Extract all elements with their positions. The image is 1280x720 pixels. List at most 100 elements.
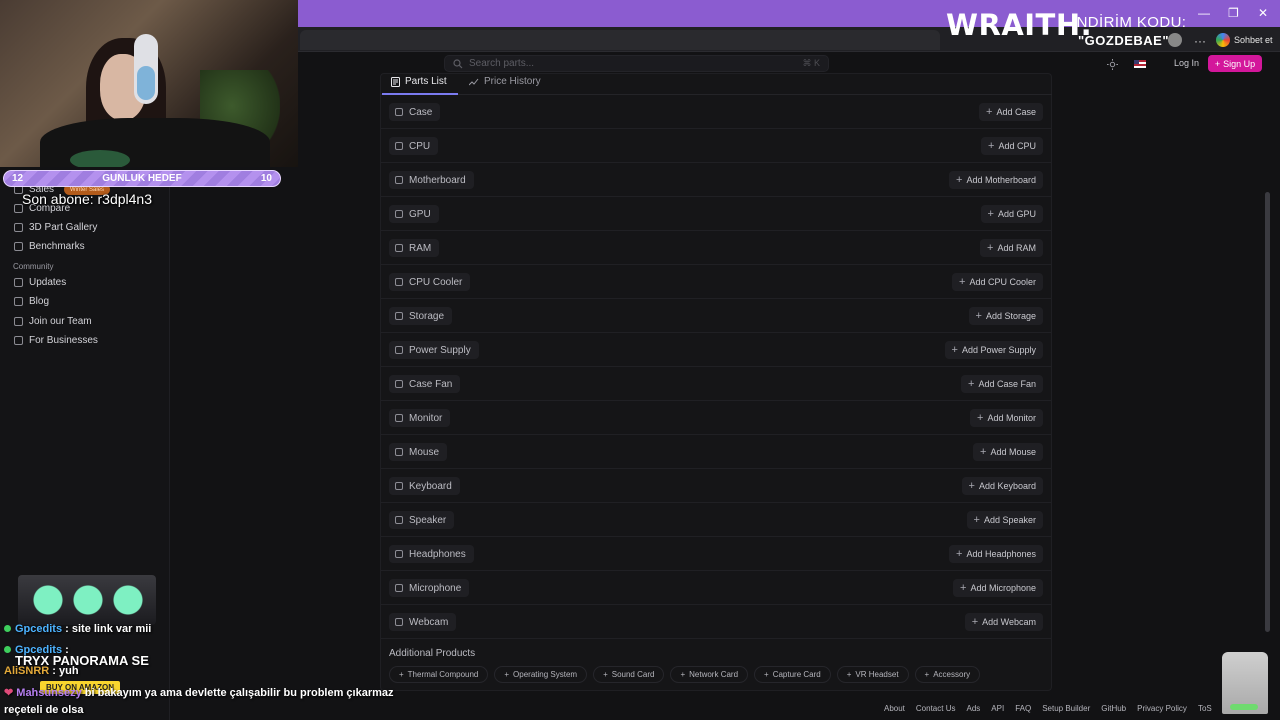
additional-product-button[interactable]: + Network Card	[670, 666, 749, 683]
plus-icon: +	[603, 670, 608, 679]
sidebar-item-businesses[interactable]: For Businesses	[14, 335, 98, 346]
part-category-chip[interactable]: CPU	[389, 137, 439, 155]
sidebar-item-updates[interactable]: Updates	[14, 277, 66, 288]
part-category-icon	[395, 448, 403, 456]
product-promo-image	[18, 575, 156, 625]
add-part-button[interactable]: + Add Speaker	[966, 511, 1043, 529]
add-part-button[interactable]: + Add GPU	[980, 205, 1043, 223]
part-category-chip[interactable]: Headphones	[389, 545, 474, 563]
part-row: Storage + Add Storage	[381, 299, 1051, 333]
tab-parts-list[interactable]: Parts List	[391, 76, 447, 87]
restore-icon[interactable]: ❐	[1228, 6, 1239, 20]
additional-products-title: Additional Products	[389, 648, 476, 659]
part-category-chip[interactable]: Power Supply	[389, 341, 479, 359]
add-part-button[interactable]: + Add CPU Cooler	[952, 273, 1043, 291]
part-category-chip[interactable]: Monitor	[389, 409, 451, 427]
footer-link[interactable]: FAQ	[1015, 704, 1031, 713]
additional-products-list: + Thermal Compound + Operating System + Sound…	[389, 666, 981, 683]
part-category-chip[interactable]: Case Fan	[389, 375, 461, 393]
add-part-button[interactable]: + Add Microphone	[953, 579, 1043, 597]
footer-link[interactable]: Ads	[966, 704, 980, 713]
scrollbar-thumb[interactable]	[1265, 192, 1270, 632]
add-part-button[interactable]: + Add Monitor	[970, 409, 1043, 427]
footer-link[interactable]: Setup Builder	[1042, 704, 1090, 713]
part-row: RAM + Add RAM	[381, 231, 1051, 265]
browser-tab-strip[interactable]	[300, 30, 940, 50]
profile-avatar[interactable]	[1168, 33, 1182, 47]
part-category-chip[interactable]: RAM	[389, 239, 440, 257]
chat-button[interactable]: Sohbet et	[1216, 31, 1276, 49]
part-category-label: Mouse	[409, 446, 440, 458]
add-part-button[interactable]: + Add Webcam	[964, 613, 1043, 631]
promo-label: İNDİRİM KODU:	[1072, 14, 1187, 31]
part-category-chip[interactable]: Speaker	[389, 511, 455, 529]
goal-title: GUNLUK HEDEF	[102, 173, 182, 184]
sidebar-item-3d-gallery[interactable]: 3D Part Gallery	[14, 222, 97, 233]
plus-icon: +	[987, 242, 994, 254]
login-link[interactable]: Log In	[1174, 58, 1199, 68]
part-category-chip[interactable]: CPU Cooler	[389, 273, 471, 291]
sidebar-item-blog[interactable]: Blog	[14, 296, 49, 307]
add-part-button[interactable]: + Add Keyboard	[961, 477, 1043, 495]
cube-icon	[14, 223, 23, 232]
add-part-button[interactable]: + Add CPU	[981, 137, 1043, 155]
add-part-button[interactable]: + Add Case Fan	[961, 375, 1043, 393]
add-part-button[interactable]: + Add Mouse	[973, 443, 1043, 461]
part-category-chip[interactable]: Case	[389, 103, 441, 121]
plus-icon: +	[973, 514, 980, 526]
minimize-icon[interactable]: —	[1198, 6, 1210, 20]
part-row: Motherboard + Add Motherboard	[381, 163, 1051, 197]
additional-product-button[interactable]: + Accessory	[914, 666, 981, 683]
additional-product-button[interactable]: + Operating System	[494, 666, 588, 683]
plus-icon: +	[987, 208, 994, 220]
additional-product-button[interactable]: + VR Headset	[836, 666, 909, 683]
plus-icon: +	[951, 344, 958, 356]
signup-label: Sign Up	[1223, 58, 1256, 69]
sidebar-item-join-team[interactable]: Join our Team	[14, 316, 92, 327]
footer-link[interactable]: Privacy Policy	[1137, 704, 1187, 713]
part-row: Headphones + Add Headphones	[381, 537, 1051, 571]
goal-left-value: 12	[12, 173, 24, 184]
signup-button[interactable]: + Sign Up	[1208, 55, 1262, 72]
sidebar-item-benchmarks[interactable]: Benchmarks	[14, 241, 85, 252]
part-category-chip[interactable]: Mouse	[389, 443, 448, 461]
part-category-chip[interactable]: Motherboard	[389, 171, 474, 189]
add-part-label: Add CPU	[998, 141, 1036, 151]
footer-link[interactable]: Contact Us	[916, 704, 956, 713]
part-category-chip[interactable]: GPU	[389, 205, 439, 223]
footer-link[interactable]: GitHub	[1101, 704, 1126, 713]
chat-username: Mahsunsezy	[16, 687, 82, 699]
additional-product-button[interactable]: + Sound Card	[593, 666, 665, 683]
tab-price-history[interactable]: Price History	[469, 76, 541, 87]
add-part-button[interactable]: + Add Storage	[968, 307, 1043, 325]
close-icon[interactable]: ✕	[1258, 6, 1268, 20]
additional-product-button[interactable]: + Thermal Compound	[389, 666, 489, 683]
add-part-label: Add Case	[996, 107, 1036, 117]
region-flag-icon[interactable]	[1134, 60, 1146, 68]
more-menu-icon[interactable]: ···	[1194, 34, 1206, 48]
part-category-chip[interactable]: Storage	[389, 307, 453, 325]
webcam-overlay	[0, 0, 298, 167]
part-category-chip[interactable]: Microphone	[389, 579, 470, 597]
add-part-button[interactable]: + Add Motherboard	[949, 171, 1043, 189]
add-part-button[interactable]: + Add Case	[979, 103, 1043, 121]
part-category-chip[interactable]: Webcam	[389, 613, 457, 631]
add-part-button[interactable]: + Add Power Supply	[944, 341, 1043, 359]
footer-link[interactable]: About	[884, 704, 905, 713]
add-part-label: Add Case Fan	[978, 379, 1036, 389]
part-category-chip[interactable]: Keyboard	[389, 477, 460, 495]
part-category-label: RAM	[409, 242, 432, 254]
part-category-label: CPU Cooler	[409, 276, 463, 288]
search-shortcut: ⌘ K	[802, 58, 820, 68]
add-part-label: Add Motherboard	[966, 175, 1036, 185]
add-part-button[interactable]: + Add RAM	[980, 239, 1043, 257]
footer-link[interactable]: API	[991, 704, 1004, 713]
updates-icon	[14, 278, 23, 287]
additional-product-button[interactable]: + Capture Card	[754, 666, 831, 683]
part-category-icon	[395, 278, 403, 286]
theme-toggle-icon[interactable]	[1107, 59, 1118, 70]
plus-icon: +	[975, 310, 982, 322]
add-part-button[interactable]: + Add Headphones	[949, 545, 1043, 563]
search-input[interactable]: Search parts... ⌘ K	[444, 55, 829, 72]
footer-link[interactable]: ToS	[1198, 704, 1212, 713]
